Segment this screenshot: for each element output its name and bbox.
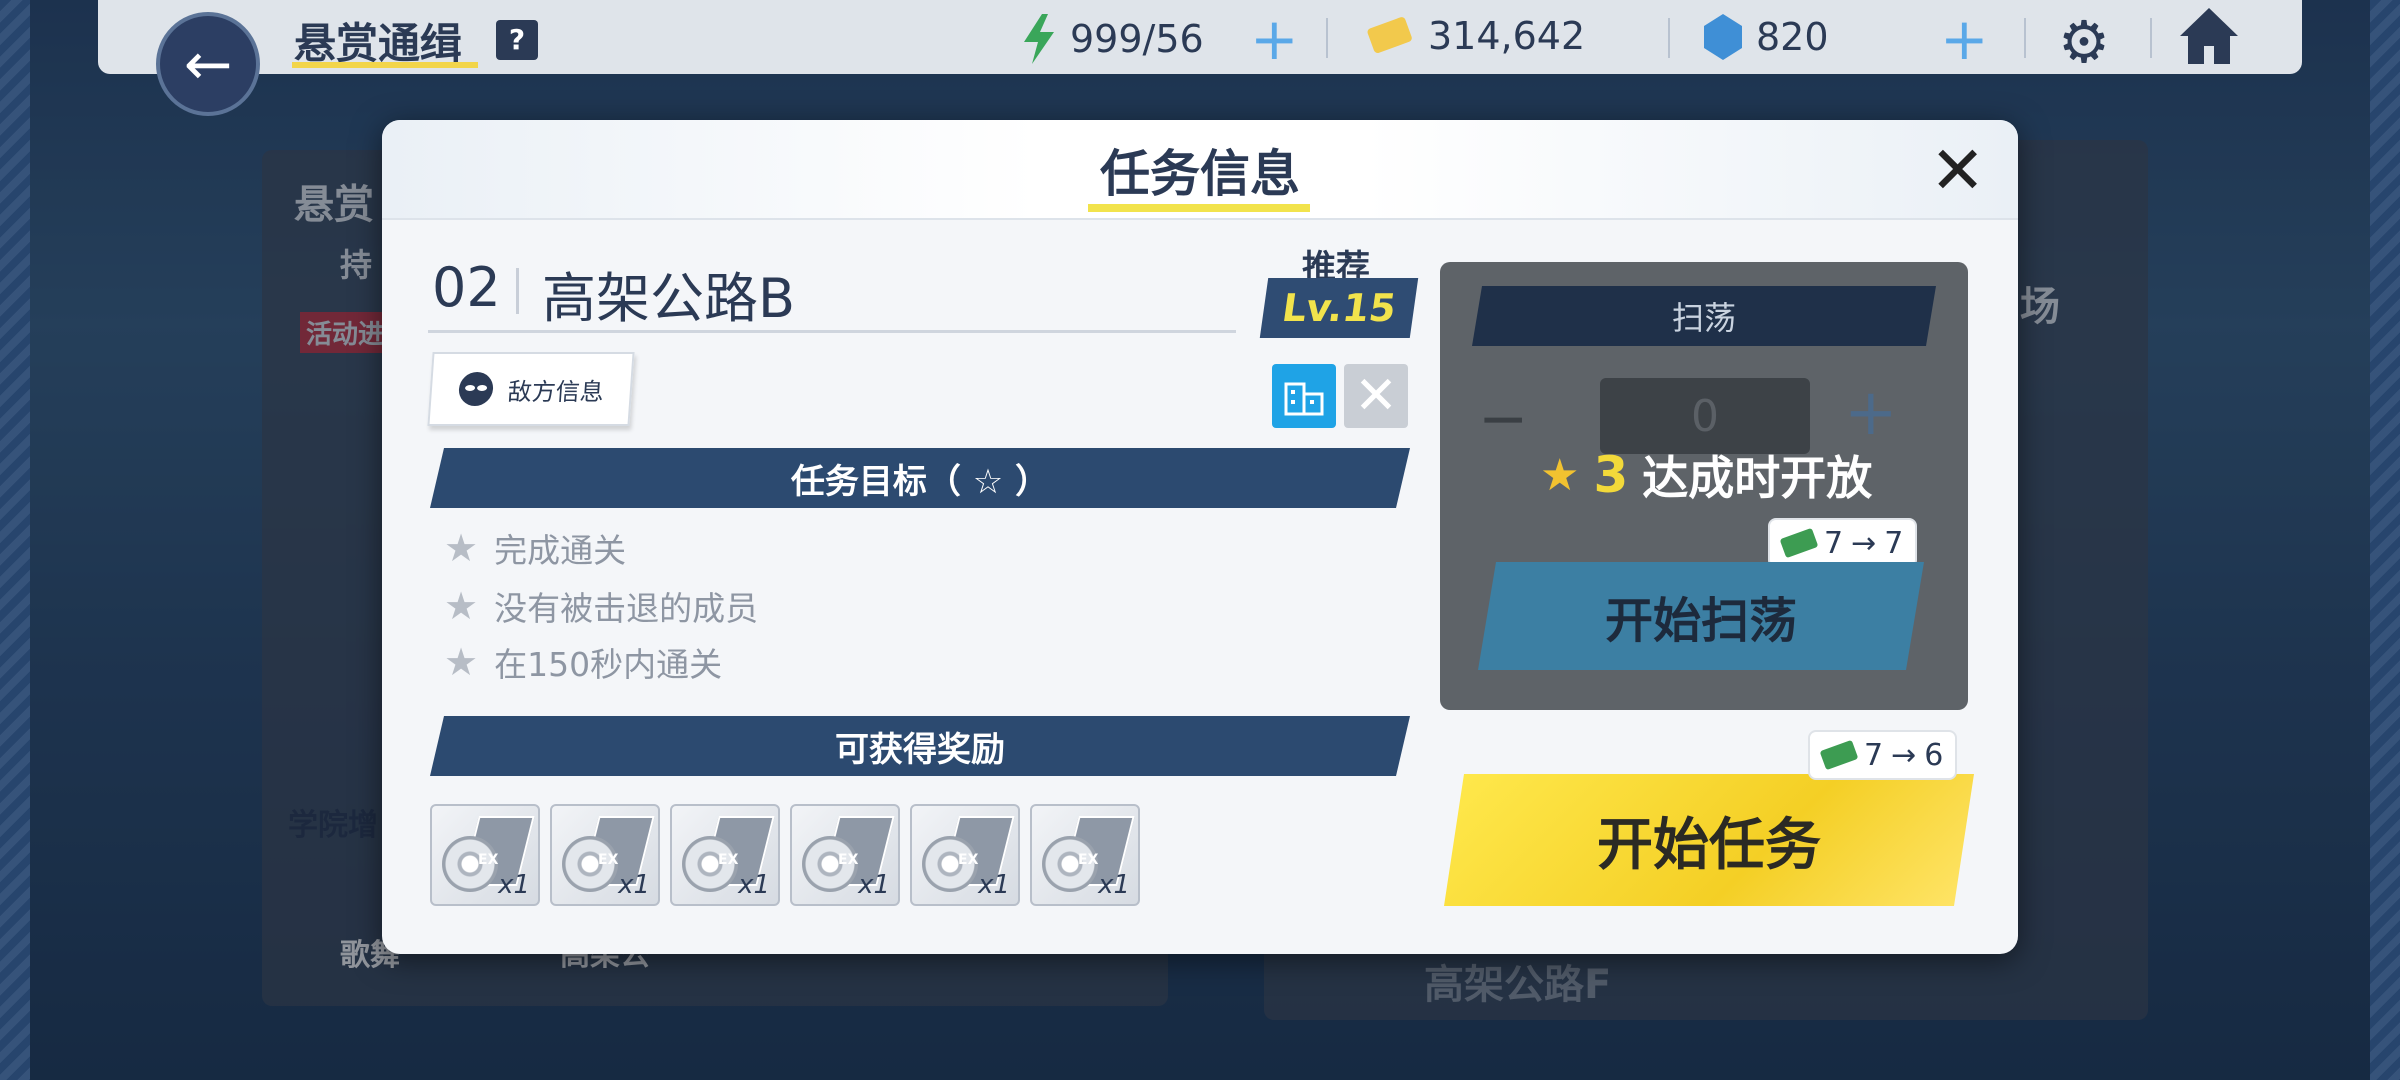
cost-from: 7: [1864, 737, 1884, 773]
reward-qty: x1: [498, 870, 530, 900]
recommend-level-badge: Lv.15: [1259, 278, 1419, 338]
star-empty-icon: ★: [444, 526, 479, 570]
start-cost-tag: 7 → 6: [1808, 730, 1958, 780]
building-icon: [1284, 382, 1324, 416]
reward-item[interactable]: EX x1: [670, 804, 780, 906]
home-button[interactable]: [2178, 6, 2240, 70]
reward-tag: EX: [838, 852, 859, 868]
credits-value: 314,642: [1428, 14, 1586, 58]
star-empty-icon: ★: [444, 584, 479, 628]
add-energy-button[interactable]: +: [1250, 10, 1299, 68]
reward-item[interactable]: EX x1: [790, 804, 900, 906]
stage-underline: [428, 330, 1236, 333]
credit-card-icon: [1367, 17, 1412, 53]
reward-qty: x1: [738, 870, 770, 900]
disabled-slot-icon: ✕: [1344, 364, 1408, 428]
reward-tag: EX: [718, 852, 739, 868]
gem-counter: 820: [1704, 14, 1829, 60]
start-sweep-button[interactable]: 开始扫荡: [1478, 562, 1924, 670]
sweep-decrease-button: −: [1478, 384, 1529, 454]
reward-tag: EX: [958, 852, 979, 868]
gem-icon: [1704, 14, 1742, 60]
ticket-icon: [1819, 739, 1859, 771]
reward-item[interactable]: EX x1: [430, 804, 540, 906]
energy-counter: 999/56: [1022, 14, 1204, 64]
reward-tag: EX: [598, 852, 619, 868]
urban-terrain-button[interactable]: [1272, 364, 1336, 428]
enemy-mask-icon: [458, 372, 494, 406]
lightning-icon: [1024, 14, 1054, 64]
objective-item: ★ 完成通关: [444, 524, 626, 572]
reward-qty: x1: [1098, 870, 1130, 900]
divider: [1668, 18, 1670, 58]
reward-qty: x1: [618, 870, 650, 900]
credits-counter: 314,642: [1366, 14, 1585, 58]
ticket-icon: [1779, 527, 1819, 559]
title-underline: [1088, 204, 1310, 212]
back-button[interactable]: ←: [156, 12, 260, 116]
mission-info-dialog: 任务信息 ✕ 02 高架公路B 推荐 Lv.15 敌方信息 ✕ 任务目标（ ☆ …: [382, 120, 2018, 954]
divider: [2024, 18, 2026, 58]
start-mission-button[interactable]: 开始任务: [1444, 774, 1974, 906]
back-arrow-icon: ←: [183, 30, 233, 98]
reward-tag: EX: [1078, 852, 1099, 868]
objective-text: 完成通关: [494, 531, 627, 570]
objective-text: 在150秒内通关: [494, 645, 723, 684]
cost-from: 7: [1824, 525, 1844, 561]
sweep-lock-notice: ★ 3 达成时开放: [1540, 442, 1872, 508]
energy-value: 999/56: [1070, 17, 1204, 61]
arrow-right-icon: →: [1891, 737, 1917, 773]
title-underline: [292, 62, 478, 68]
stage-number: 02: [432, 256, 501, 319]
gear-icon: ⚙: [2058, 8, 2110, 76]
cost-to: 6: [1924, 737, 1944, 773]
settings-button[interactable]: ⚙: [2058, 8, 2110, 76]
objectives-header: 任务目标（ ☆ ）: [430, 448, 1410, 508]
enemy-info-button[interactable]: 敌方信息: [427, 352, 635, 426]
help-button[interactable]: ?: [496, 20, 538, 60]
reward-tag: EX: [478, 852, 499, 868]
required-stars: 3: [1593, 446, 1629, 504]
objective-text: 没有被击退的成员: [494, 589, 759, 628]
cost-to: 7: [1884, 525, 1904, 561]
objective-item: ★ 在150秒内通关: [444, 638, 722, 686]
objective-item: ★ 没有被击退的成员: [444, 582, 758, 630]
rewards-header: 可获得奖励: [430, 716, 1410, 776]
reward-qty: x1: [978, 870, 1010, 900]
star-icon: ★: [1540, 449, 1580, 501]
reward-item[interactable]: EX x1: [550, 804, 660, 906]
lock-text: 达成时开放: [1642, 451, 1873, 505]
stage-divider: [516, 268, 519, 314]
sweep-header: 扫荡: [1472, 286, 1936, 346]
add-gem-button[interactable]: +: [1940, 10, 1989, 68]
sweep-increase-button: +: [1844, 376, 1898, 450]
sweep-cost-tag: 7 → 7: [1768, 518, 1918, 568]
stage-name: 高架公路B: [542, 267, 796, 330]
divider: [2150, 18, 2152, 58]
reward-item[interactable]: EX x1: [1030, 804, 1140, 906]
gem-value: 820: [1756, 15, 1829, 59]
enemy-info-label: 敌方信息: [506, 377, 605, 406]
dialog-title: 任务信息: [1100, 145, 1300, 203]
divider: [1326, 18, 1328, 58]
arrow-right-icon: →: [1851, 525, 1877, 561]
reward-item[interactable]: EX x1: [910, 804, 1020, 906]
home-icon: [2180, 8, 2238, 64]
star-empty-icon: ★: [444, 640, 479, 684]
reward-qty: x1: [858, 870, 890, 900]
close-button[interactable]: ✕: [1930, 138, 1985, 204]
